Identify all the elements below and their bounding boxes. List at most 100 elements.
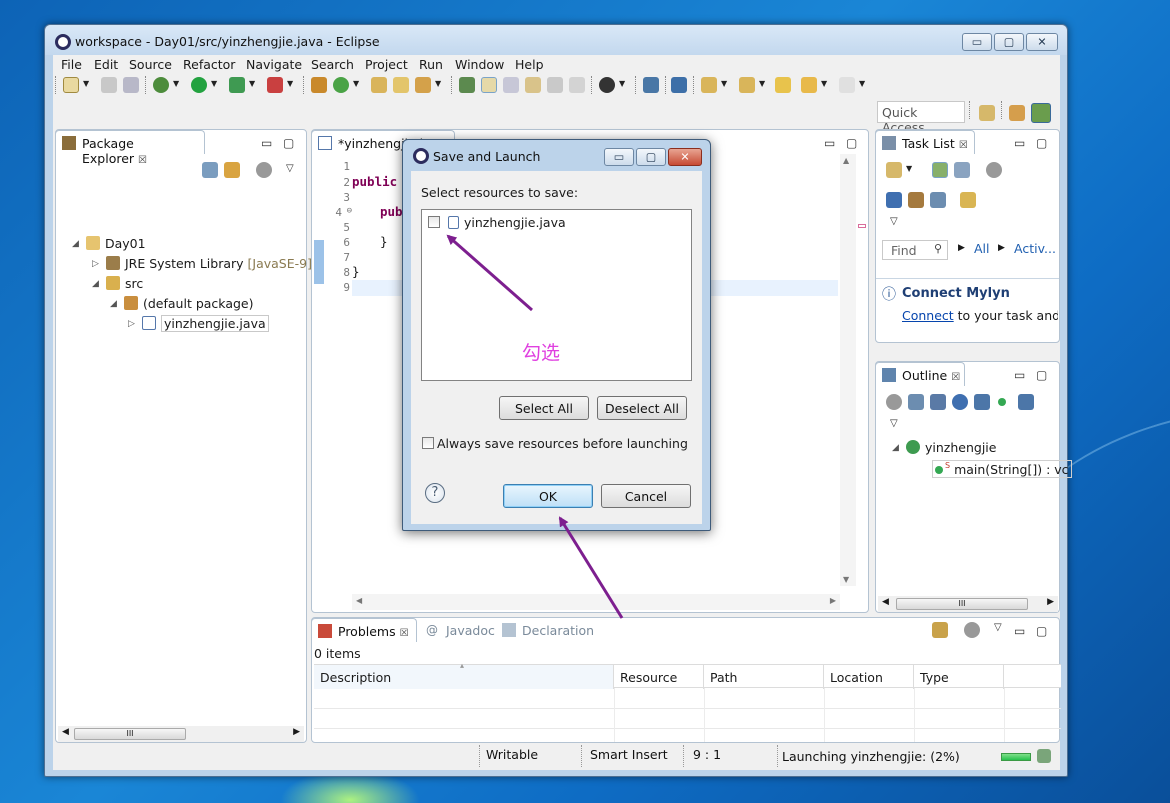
outline-method-main[interactable]: Smain(String[]) : vc xyxy=(932,460,1072,478)
tree-jre-library[interactable]: ▷ JRE System Library [JavaSE-9] xyxy=(92,256,312,271)
run-dropdown-icon[interactable]: ▼ xyxy=(211,79,217,88)
hide-local-types-icon[interactable] xyxy=(1018,394,1034,410)
tree-default-package[interactable]: ◢ (default package) xyxy=(110,296,253,311)
fold-icon[interactable]: ⊖ xyxy=(347,206,352,216)
run-icon[interactable] xyxy=(191,77,207,93)
deselect-all-button[interactable]: Deselect All xyxy=(597,396,687,420)
last-edit-icon[interactable] xyxy=(775,77,791,93)
new-icon[interactable] xyxy=(63,77,79,93)
open-folder-icon[interactable] xyxy=(393,77,409,93)
new-task-dropdown-icon[interactable]: ▼ xyxy=(906,164,912,173)
filter-icon[interactable] xyxy=(256,162,272,178)
tab-package-explorer[interactable]: Package Explorer ☒ xyxy=(55,130,205,166)
next-annotation-dropdown-icon[interactable]: ▼ xyxy=(721,79,727,88)
scroll-right-icon[interactable]: ▶ xyxy=(293,727,300,737)
hide-static-icon[interactable] xyxy=(974,394,990,410)
view-menu-icon[interactable]: ▽ xyxy=(286,163,294,174)
dialog-close-button[interactable]: ✕ xyxy=(668,148,702,166)
tree-src-folder[interactable]: ◢ src xyxy=(92,276,143,291)
new-dropdown-icon[interactable]: ▼ xyxy=(83,79,89,88)
console-icon[interactable] xyxy=(643,77,659,93)
maximize-view-icon[interactable]: ▢ xyxy=(1036,368,1047,382)
show-whitespace-icon[interactable] xyxy=(525,77,541,93)
task-find-input[interactable]: Find ⚲ xyxy=(882,240,948,260)
outline-class-yinzhengjie[interactable]: ◢ yinzhengjie xyxy=(892,440,996,455)
maximize-view-icon[interactable]: ▢ xyxy=(1036,624,1047,638)
tree-file-yinzhengjie[interactable]: ▷ yinzhengjie.java xyxy=(128,315,269,332)
code-line-8[interactable]: } xyxy=(352,264,360,279)
menu-source[interactable]: Source xyxy=(129,57,172,72)
coverage-dropdown-icon[interactable]: ▼ xyxy=(249,79,255,88)
menu-edit[interactable]: Edit xyxy=(94,57,118,72)
back-icon[interactable] xyxy=(801,77,817,93)
menu-help[interactable]: Help xyxy=(515,57,544,72)
mylyn-connect-link[interactable]: Connect xyxy=(902,308,954,323)
java-perspective-icon[interactable] xyxy=(1031,103,1051,123)
perspective-icon[interactable] xyxy=(599,77,615,93)
hide-fields-icon[interactable] xyxy=(952,394,968,410)
menu-search[interactable]: Search xyxy=(311,57,354,72)
resource-checkbox[interactable] xyxy=(428,216,440,228)
horizontal-scrollbar[interactable]: ◀ III ▶ xyxy=(878,596,1058,612)
maximize-view-icon[interactable]: ▢ xyxy=(283,136,294,150)
always-save-label[interactable]: Always save resources before launching xyxy=(437,436,688,451)
collapse-all-icon[interactable] xyxy=(930,192,946,208)
sort-icon[interactable] xyxy=(930,394,946,410)
cancel-button[interactable]: Cancel xyxy=(601,484,691,508)
close-icon[interactable]: ☒ xyxy=(138,155,147,166)
quick-access-input[interactable]: Quick Access xyxy=(877,101,965,135)
scroll-left-icon[interactable]: ◀ xyxy=(356,596,362,605)
always-save-checkbox[interactable] xyxy=(422,437,434,449)
open-perspective-icon[interactable] xyxy=(979,105,995,121)
forward-dropdown-icon[interactable]: ▼ xyxy=(859,79,865,88)
maximize-button[interactable]: ▢ xyxy=(994,33,1024,51)
pilcrow-icon[interactable] xyxy=(569,77,585,93)
help-icon[interactable]: ? xyxy=(425,483,445,503)
tab-outline[interactable]: Outline ☒ xyxy=(875,362,965,386)
activate-link[interactable]: Activ... xyxy=(1014,241,1056,256)
scroll-left-icon[interactable]: ◀ xyxy=(882,597,889,607)
scroll-right-icon[interactable]: ▶ xyxy=(830,596,836,605)
collapse-all-icon[interactable] xyxy=(908,394,924,410)
tab-task-list[interactable]: Task List ☒ xyxy=(875,130,975,154)
menu-window[interactable]: Window xyxy=(455,57,504,72)
view-menu-icon[interactable]: ▽ xyxy=(994,622,1002,633)
collapse-all-icon[interactable] xyxy=(202,162,218,178)
hide-completed-icon[interactable] xyxy=(886,192,902,208)
vertical-scrollbar[interactable]: ▲ ▼ xyxy=(840,154,856,586)
search-dropdown-icon[interactable]: ▼ xyxy=(435,79,441,88)
column-resource[interactable]: Resource xyxy=(614,665,704,689)
minimize-view-icon[interactable]: ▭ xyxy=(1014,136,1025,150)
skip-breakpoints-icon[interactable] xyxy=(671,77,687,93)
external-tools-dropdown-icon[interactable]: ▼ xyxy=(287,79,293,88)
previous-annotation-dropdown-icon[interactable]: ▼ xyxy=(759,79,765,88)
next-annotation-icon[interactable] xyxy=(701,77,717,93)
close-button[interactable]: ✕ xyxy=(1026,33,1058,51)
synchronize-icon[interactable] xyxy=(908,192,924,208)
java-ee-perspective-icon[interactable] xyxy=(1009,105,1025,121)
scroll-thumb[interactable]: III xyxy=(74,728,186,740)
hide-nonpublic-icon[interactable] xyxy=(998,398,1006,406)
new-class-icon[interactable] xyxy=(333,77,349,93)
column-location[interactable]: Location xyxy=(824,665,914,689)
tab-javadoc[interactable]: @ Javadoc xyxy=(420,618,501,642)
open-type-icon[interactable] xyxy=(371,77,387,93)
progress-bar[interactable] xyxy=(1001,753,1031,761)
menu-project[interactable]: Project xyxy=(365,57,408,72)
external-tools-icon[interactable] xyxy=(267,77,283,93)
block-selection-icon[interactable] xyxy=(503,77,519,93)
filter-icon[interactable] xyxy=(964,622,980,638)
minimize-view-icon[interactable]: ▭ xyxy=(261,136,272,150)
tree-project-day01[interactable]: ◢ Day01 xyxy=(72,236,146,251)
search-icon[interactable] xyxy=(415,77,431,93)
code-line-6[interactable]: } xyxy=(380,234,388,249)
select-all-button[interactable]: Select All xyxy=(499,396,589,420)
overview-ruler-marker[interactable] xyxy=(858,224,866,228)
debug-dropdown-icon[interactable]: ▼ xyxy=(173,79,179,88)
back-dropdown-icon[interactable]: ▼ xyxy=(821,79,827,88)
horizontal-scrollbar[interactable]: ◀ III ▶ xyxy=(58,726,304,742)
minimize-view-icon[interactable]: ▭ xyxy=(824,136,835,150)
progress-view-icon[interactable] xyxy=(1037,749,1051,763)
minimize-button[interactable]: ▭ xyxy=(962,33,992,51)
scroll-down-icon[interactable]: ▼ xyxy=(843,575,849,584)
